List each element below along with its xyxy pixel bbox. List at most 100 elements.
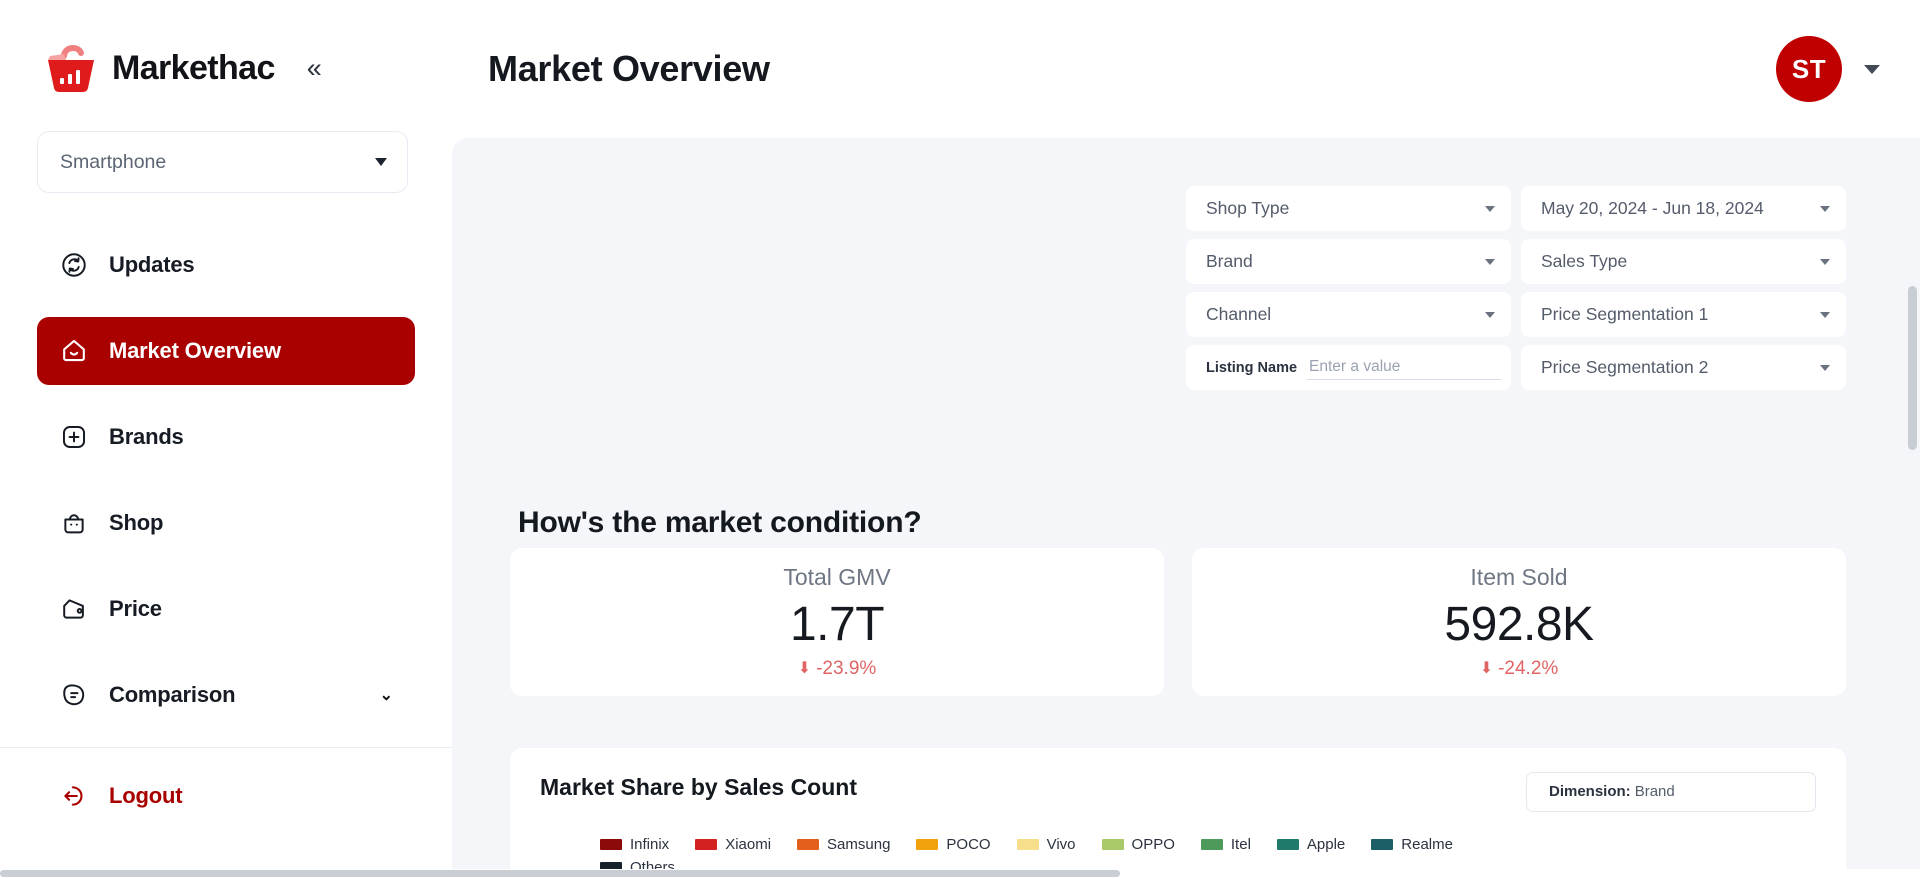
kpi-card-item-sold: Item Sold 592.8K ⬇ -24.2% xyxy=(1192,548,1846,696)
legend-item[interactable]: Vivo xyxy=(1016,836,1076,853)
kpi-value: 1.7T xyxy=(789,598,885,651)
vertical-scrollbar-thumb[interactable] xyxy=(1908,286,1917,450)
bag-icon xyxy=(59,508,89,538)
filter-label: Brand xyxy=(1206,251,1253,271)
chevron-down-icon xyxy=(1820,364,1830,371)
sidebar-collapse-button[interactable]: « xyxy=(307,54,322,82)
chart-title: Market Share by Sales Count xyxy=(540,774,857,800)
legend-label: Samsung xyxy=(827,836,891,853)
legend-swatch xyxy=(695,839,718,850)
chevron-down-icon xyxy=(1820,205,1830,212)
legend-item[interactable]: OPPO xyxy=(1101,836,1175,853)
logout-icon xyxy=(59,781,89,811)
home-icon xyxy=(59,336,89,366)
filter-channel[interactable]: Channel xyxy=(1186,292,1511,337)
brand-name: Markethac xyxy=(112,48,275,87)
sidebar-item-label: Market Overview xyxy=(109,338,281,363)
legend-item[interactable]: Infinix xyxy=(600,836,669,853)
plus-square-icon xyxy=(59,422,89,452)
content-panel: Shop Type May 20, 2024 - Jun 18, 2024 Br… xyxy=(452,138,1920,878)
sidebar-item-market-overview[interactable]: Market Overview xyxy=(37,317,415,385)
topbar: Market Overview ST xyxy=(452,0,1920,138)
dimension-value: Brand xyxy=(1634,783,1675,800)
legend-label: Apple xyxy=(1306,836,1346,853)
dimension-label: Dimension: xyxy=(1549,783,1631,800)
filter-label: Price Segmentation 2 xyxy=(1541,357,1709,377)
kpi-delta-value: -23.9% xyxy=(816,658,877,679)
legend-item[interactable]: Samsung xyxy=(797,836,890,853)
arrow-down-icon: ⬇ xyxy=(797,660,812,677)
legend-label: Realme xyxy=(1401,836,1453,853)
sidebar-item-shop[interactable]: Shop xyxy=(37,489,415,557)
legend-item[interactable]: Xiaomi xyxy=(695,836,771,853)
filter-label: Channel xyxy=(1206,304,1272,324)
sidebar-item-label: Comparison xyxy=(109,682,236,707)
sidebar-item-updates[interactable]: Updates xyxy=(37,231,415,299)
dimension-label-group: Dimension: Brand xyxy=(1549,783,1675,801)
market-share-card: Market Share by Sales Count Dimension: Br… xyxy=(510,748,1846,878)
sidebar-item-label: Logout xyxy=(109,783,183,808)
legend-item[interactable]: POCO xyxy=(916,836,991,853)
compare-icon xyxy=(59,680,89,710)
chevron-down-icon xyxy=(1485,258,1495,265)
sidebar-item-label: Shop xyxy=(109,510,164,535)
chevron-down-icon xyxy=(1485,205,1495,212)
sidebar-nav: Updates Market Overview Brands Shop Pric… xyxy=(0,231,452,830)
legend-item[interactable]: Realme xyxy=(1371,836,1453,853)
sidebar-item-label: Updates xyxy=(109,252,195,277)
sidebar-item-comparison[interactable]: Comparison ⌄ xyxy=(37,661,415,729)
kpi-delta: ⬇ -23.9% xyxy=(798,658,877,680)
category-select-value: Smartphone xyxy=(60,150,167,173)
filter-brand[interactable]: Brand xyxy=(1186,239,1511,284)
filter-label: Sales Type xyxy=(1541,251,1628,271)
sidebar-item-brands[interactable]: Brands xyxy=(37,403,415,471)
dimension-select[interactable]: Dimension: Brand xyxy=(1526,772,1816,812)
main-area: Market Overview ST Shop Type May 20, 202… xyxy=(452,0,1920,878)
chevron-down-icon xyxy=(1820,311,1830,318)
kpi-label: Item Sold xyxy=(1470,564,1568,590)
kpi-row: Total GMV 1.7T ⬇ -23.9% Item Sold 592.8K… xyxy=(510,548,1846,696)
page-title: Market Overview xyxy=(488,48,770,89)
legend-label: Xiaomi xyxy=(725,836,772,853)
filter-label: Price Segmentation 1 xyxy=(1541,304,1709,324)
filter-shop-type[interactable]: Shop Type xyxy=(1186,186,1511,231)
chevron-down-icon[interactable]: ⌄ xyxy=(380,685,393,705)
sidebar-item-price[interactable]: Price xyxy=(37,575,415,643)
legend-item[interactable]: Itel xyxy=(1200,836,1251,853)
legend-swatch xyxy=(600,839,622,850)
brand-row: Markethac « xyxy=(0,0,452,94)
listing-name-input[interactable] xyxy=(1307,355,1501,380)
filter-price-segmentation-2[interactable]: Price Segmentation 2 xyxy=(1521,345,1846,390)
listing-name-label: Listing Name xyxy=(1206,359,1298,376)
sidebar-item-logout[interactable]: Logout xyxy=(37,762,415,830)
chevron-down-icon xyxy=(1485,311,1495,318)
markethac-logo-icon xyxy=(44,42,98,94)
chevron-down-icon xyxy=(1820,258,1830,265)
legend-swatch xyxy=(1101,839,1124,850)
avatar[interactable]: ST xyxy=(1776,36,1842,102)
filter-panel: Shop Type May 20, 2024 - Jun 18, 2024 Br… xyxy=(1186,186,1846,390)
sidebar-item-label: Price xyxy=(109,596,162,621)
wallet-icon xyxy=(59,594,89,624)
filter-label: May 20, 2024 - Jun 18, 2024 xyxy=(1541,198,1764,218)
sidebar-item-label: Brands xyxy=(109,424,184,449)
horizontal-scrollbar[interactable] xyxy=(0,869,1920,878)
filter-sales-type[interactable]: Sales Type xyxy=(1521,239,1846,284)
kpi-card-total-gmv: Total GMV 1.7T ⬇ -23.9% xyxy=(510,548,1164,696)
legend-swatch xyxy=(797,839,820,850)
filter-price-segmentation-1[interactable]: Price Segmentation 1 xyxy=(1521,292,1846,337)
category-select[interactable]: Smartphone xyxy=(37,131,408,193)
dashboard-root: Markethac « Smartphone Updates Market Ov… xyxy=(0,0,1920,878)
avatar-chevron-down-icon[interactable] xyxy=(1864,64,1880,74)
filter-date-range[interactable]: May 20, 2024 - Jun 18, 2024 xyxy=(1521,186,1846,231)
kpi-delta-value: -24.2% xyxy=(1498,658,1559,679)
kpi-value: 592.8K xyxy=(1444,598,1594,651)
legend-swatch xyxy=(1016,839,1039,850)
horizontal-scrollbar-thumb[interactable] xyxy=(0,870,1120,877)
topbar-right: ST xyxy=(1776,36,1880,102)
legend-swatch xyxy=(1200,839,1223,850)
vertical-scrollbar[interactable] xyxy=(1908,286,1917,868)
legend-item[interactable]: Apple xyxy=(1276,836,1346,853)
sidebar: Markethac « Smartphone Updates Market Ov… xyxy=(0,0,452,878)
legend-label: OPPO xyxy=(1131,836,1175,853)
